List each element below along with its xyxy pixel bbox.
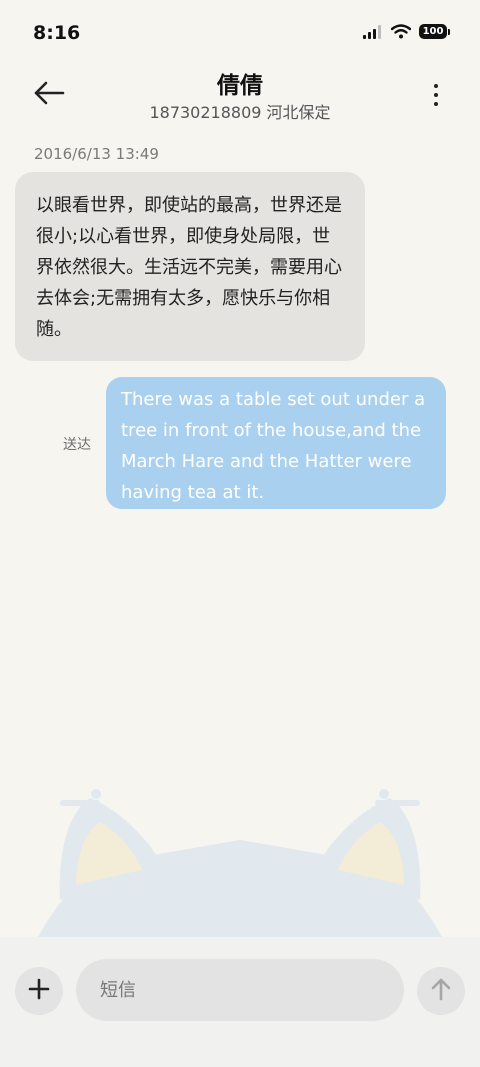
- status-icons: 100: [363, 24, 450, 39]
- plus-icon: [28, 978, 50, 1004]
- contact-name[interactable]: 倩倩: [0, 66, 480, 100]
- message-composer: [0, 937, 480, 1067]
- send-arrow-icon: [430, 977, 452, 1005]
- send-button[interactable]: [417, 967, 465, 1015]
- message-input[interactable]: [76, 959, 404, 1021]
- contact-detail: 18730218809 河北保定: [149, 103, 331, 122]
- outgoing-message-bubble[interactable]: There was a table set out under a tree i…: [106, 377, 446, 509]
- more-vertical-icon: [434, 84, 438, 88]
- status-time: 8:16: [33, 22, 81, 44]
- message-timestamp: 2016/6/13 13:49: [34, 145, 159, 163]
- messaging-screen: 8:16 100 倩倩 18730218809 河北保定 2016/6/13 1…: [0, 0, 480, 1067]
- signal-icon: [363, 24, 383, 39]
- add-attachment-button[interactable]: [15, 967, 63, 1015]
- status-bar: 8:16 100: [0, 0, 480, 66]
- wifi-icon: [391, 24, 411, 39]
- conversation-header: 倩倩 18730218809 河北保定: [0, 66, 480, 128]
- delivery-status: 送达: [63, 437, 91, 453]
- incoming-message-bubble[interactable]: 以眼看世界，即使站的最高，世界还是很小;以心看世界，即使身处局限，世界依然很大。…: [15, 172, 365, 361]
- more-options-button[interactable]: [428, 78, 444, 112]
- battery-level: 100: [419, 24, 447, 39]
- battery-icon: 100: [419, 24, 450, 39]
